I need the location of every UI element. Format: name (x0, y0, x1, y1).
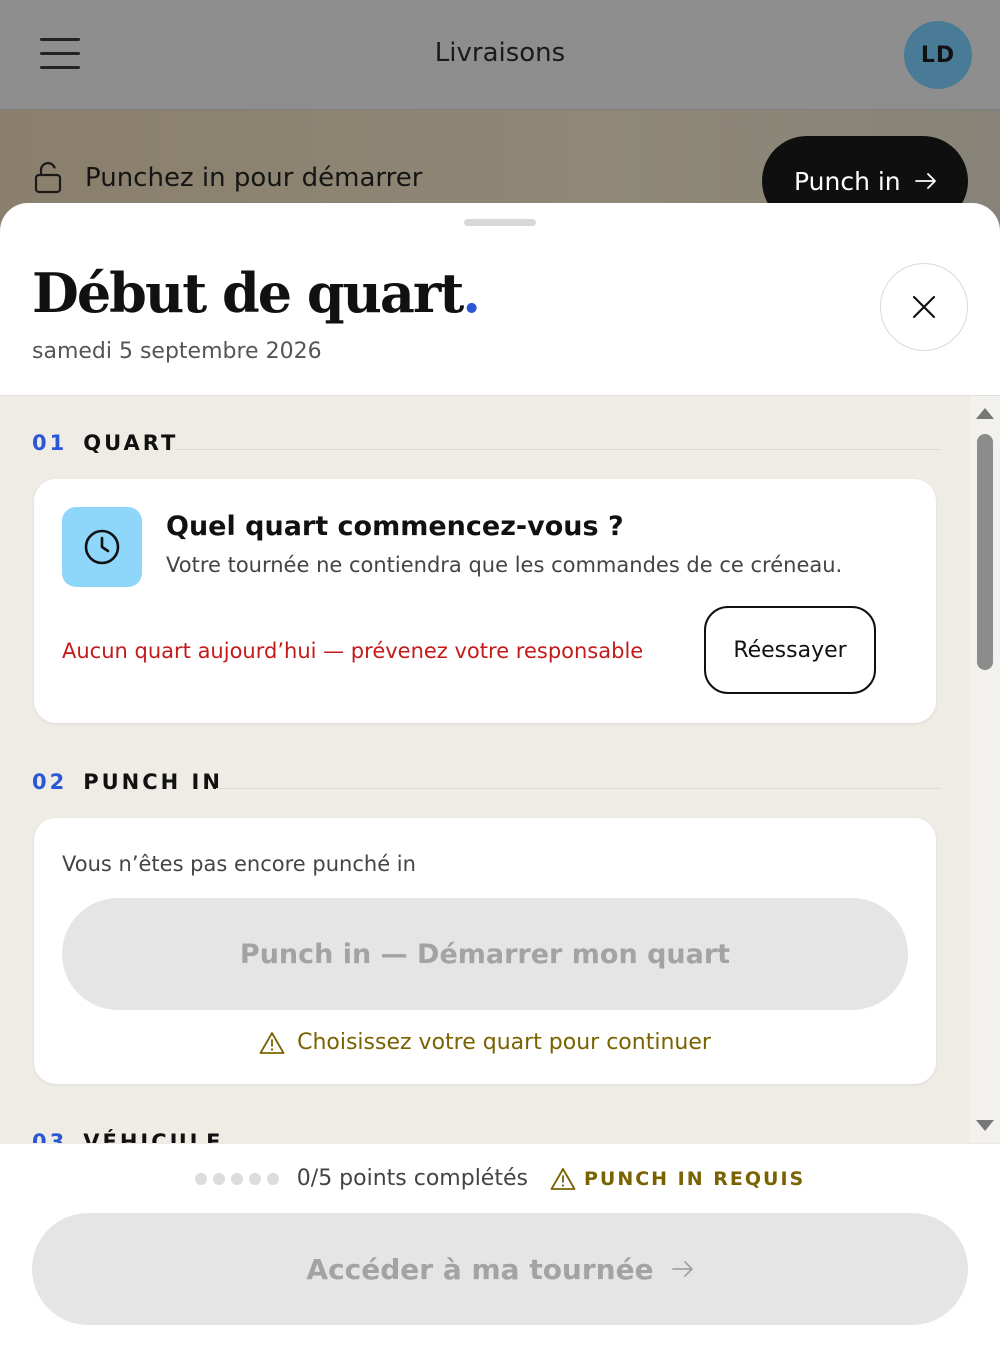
scroll-thumb[interactable] (977, 434, 993, 670)
progress-text: 0/5 points complétés (296, 1166, 528, 1191)
sheet-title-dot: . (462, 261, 481, 325)
section-header-punch-in: 02 PUNCH IN (32, 770, 223, 794)
progress-dots (194, 1172, 279, 1185)
arrow-right-icon (671, 1261, 693, 1277)
retry-button[interactable]: Réessayer (704, 606, 876, 694)
progress-dot (212, 1172, 225, 1185)
punch-status-text: Vous n’êtes pas encore punché in (62, 852, 416, 876)
sheet-scroll-content: 01 QUART Quel quart commencez-vous ? Vot… (0, 395, 1000, 1143)
section-number: 03 (32, 1130, 68, 1143)
shift-question-title: Quel quart commencez-vous ? (166, 511, 624, 542)
punch-in-start-button[interactable]: Punch in — Démarrer mon quart (62, 898, 908, 1010)
requirement-badge: PUNCH IN REQUIS (550, 1167, 805, 1191)
go-to-route-button[interactable]: Accéder à ma tournée (32, 1213, 968, 1325)
progress-row: 0/5 points complétés PUNCH IN REQUIS (0, 1166, 1000, 1191)
banner-punch-in-label: Punch in (794, 166, 901, 196)
section-number: 01 (32, 431, 68, 455)
section-header-vehicle: 03 VÉHICULE (32, 1130, 223, 1143)
progress-dot (266, 1172, 279, 1185)
sheet-title-text: Début de quart (32, 261, 464, 325)
section-divider (176, 449, 940, 450)
progress-dot (248, 1172, 261, 1185)
section-number: 02 (32, 770, 68, 794)
requirement-text: PUNCH IN REQUIS (583, 1167, 806, 1190)
section-header-shift: 01 QUART (32, 431, 178, 455)
warning-icon (550, 1167, 576, 1190)
clock-icon (84, 529, 120, 565)
warning-icon (259, 1031, 285, 1054)
section-divider (216, 788, 940, 789)
scrollbar[interactable] (970, 396, 1000, 1143)
punch-warning: Choisissez votre quart pour continuer (34, 1030, 936, 1055)
section-label: QUART (83, 431, 179, 455)
close-icon (912, 295, 936, 319)
banner-text: Punchez in pour démarrer (85, 163, 423, 193)
sheet-footer: 0/5 points complétés PUNCH IN REQUIS Acc… (0, 1143, 1000, 1352)
sheet-date: samedi 5 septembre 2026 (32, 339, 322, 364)
start-shift-sheet: Début de quart. samedi 5 septembre 2026 … (0, 203, 1000, 1352)
lock-icon (34, 162, 62, 194)
sheet-title: Début de quart. (32, 261, 481, 325)
shift-card: Quel quart commencez-vous ? Votre tourné… (34, 479, 936, 723)
app-bar: Livraisons LD (0, 0, 1000, 110)
no-shift-error: Aucun quart aujourd’hui — prévenez votre… (62, 639, 644, 663)
clock-tile (62, 507, 142, 587)
scroll-down-arrow[interactable] (976, 1120, 994, 1131)
punch-warning-text: Choisissez votre quart pour continuer (297, 1030, 711, 1055)
app-title: Livraisons (434, 38, 566, 68)
section-label: PUNCH IN (83, 770, 223, 794)
scroll-up-arrow[interactable] (976, 408, 994, 419)
go-to-route-label: Accéder à ma tournée (306, 1252, 654, 1286)
close-button[interactable] (880, 263, 968, 351)
section-label: VÉHICULE (83, 1130, 224, 1143)
arrow-right-icon (914, 173, 936, 189)
avatar[interactable]: LD (904, 21, 972, 89)
punch-in-card: Vous n’êtes pas encore punché in Punch i… (34, 818, 936, 1084)
progress-dot (194, 1172, 207, 1185)
progress-dot (230, 1172, 243, 1185)
sheet-handle[interactable] (464, 219, 536, 226)
shift-question-subtitle: Votre tournée ne contiendra que les comm… (166, 553, 843, 577)
